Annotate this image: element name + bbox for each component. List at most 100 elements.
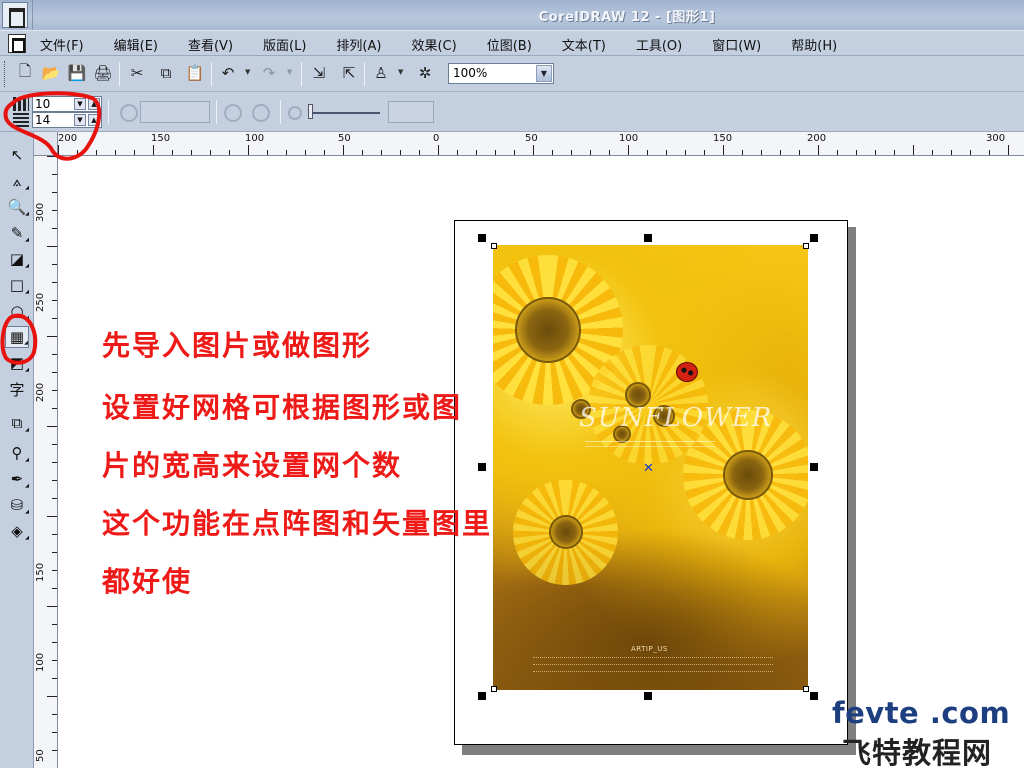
zoom-level-value: 100% <box>453 66 488 80</box>
selection-handle-left[interactable] <box>478 463 486 471</box>
fine-print-line <box>533 657 773 660</box>
document-control-icon[interactable] <box>8 34 26 53</box>
ruler-tick <box>305 150 306 155</box>
ruler-tick <box>400 150 401 155</box>
menu-file[interactable]: 文件(F) <box>30 31 91 56</box>
export-icon[interactable]: ⇱ <box>338 62 360 84</box>
ruler-label: 250 <box>35 292 46 312</box>
redo-dropdown-icon[interactable]: ▼ <box>287 68 292 76</box>
spin-down-icon[interactable]: ▼ <box>74 98 86 110</box>
logarithmic-spiral-icon[interactable] <box>252 104 270 122</box>
menu-arrange[interactable]: 排列(A) <box>326 31 388 56</box>
ruler-tick <box>47 516 57 517</box>
open-icon[interactable]: 📂 <box>40 62 62 84</box>
vertical-ruler[interactable]: 300 250 200 150 100 50 <box>34 156 58 768</box>
selection-handle-top-right[interactable] <box>810 234 818 242</box>
toolbar-grip[interactable] <box>4 61 7 87</box>
ellipse-tool-icon[interactable]: ○ ◢ <box>5 300 29 322</box>
undo-dropdown-icon[interactable]: ▼ <box>245 68 250 76</box>
print-icon[interactable]: 🖨 <box>92 62 114 84</box>
rectangle-tool-icon[interactable]: □ ◢ <box>5 274 29 296</box>
ruler-tick <box>52 282 57 283</box>
selection-handle-bottom-left[interactable] <box>478 692 486 700</box>
spiral-revolutions-icon <box>120 104 138 122</box>
undo-icon[interactable]: ↶ <box>217 62 239 84</box>
zoom-level-combo[interactable]: 100% ▼ <box>448 63 554 84</box>
ruler-tick <box>913 145 914 155</box>
interactive-fill-tool-icon[interactable]: ◈ ◢ <box>5 520 29 542</box>
redo-icon[interactable]: ↷ <box>258 62 280 84</box>
basic-shapes-tool-icon[interactable]: ◩ ◢ <box>5 352 29 374</box>
bitmap-footer-text: ARTIP_US <box>631 645 668 653</box>
zoom-dropdown-icon[interactable]: ▼ <box>536 65 552 82</box>
menu-tools[interactable]: 工具(O) <box>626 31 689 56</box>
corel-online-icon[interactable]: ✲ <box>414 62 436 84</box>
text-tool-icon[interactable]: 字 <box>5 378 29 400</box>
annotation-line-4: 这个功能在点阵图和矢量图里 <box>102 507 493 540</box>
rotation-center-icon[interactable]: ✕ <box>643 461 654 476</box>
graph-columns-spinbox[interactable]: 10 ▼ ▲ <box>32 96 102 112</box>
ruler-tick <box>970 150 971 155</box>
menu-effects[interactable]: 效果(C) <box>401 31 463 56</box>
smart-fill-tool-icon[interactable]: ◪ ◢ <box>5 248 29 270</box>
spin-up-icon[interactable]: ▲ <box>88 98 100 110</box>
ruler-tick <box>47 696 57 697</box>
menu-layout[interactable]: 版面(L) <box>253 31 313 56</box>
node-handle[interactable] <box>491 686 497 692</box>
copy-icon[interactable]: ⧉ <box>155 62 177 84</box>
paste-icon[interactable]: 📋 <box>184 62 206 84</box>
selection-handle-right[interactable] <box>810 463 818 471</box>
ruler-tick <box>52 588 57 589</box>
application-launcher-icon[interactable]: ♙ <box>370 62 392 84</box>
selection-handle-bottom[interactable] <box>644 692 652 700</box>
ruler-tick <box>666 150 667 155</box>
ruler-tick <box>52 570 57 571</box>
spin-down-icon[interactable]: ▼ <box>74 114 86 126</box>
selection-handle-bottom-right[interactable] <box>810 692 818 700</box>
selection-handle-top-left[interactable] <box>478 234 486 242</box>
ruler-tick <box>52 714 57 715</box>
interactive-blend-tool-icon[interactable]: ⧉ ◢ <box>5 412 29 434</box>
spiral-expansion-slider[interactable] <box>310 112 380 114</box>
fill-tool-icon[interactable]: ⛁ ◢ <box>5 494 29 516</box>
spiral-expansion-box[interactable] <box>388 101 434 123</box>
ruler-tick <box>52 552 57 553</box>
spiral-revolutions-box[interactable] <box>140 101 210 123</box>
eyedropper-tool-icon[interactable]: ⚲ ◢ <box>5 442 30 464</box>
pick-tool-icon[interactable]: ↖ <box>5 144 29 166</box>
menu-text[interactable]: 文本(T) <box>552 31 613 56</box>
symmetrical-spiral-icon[interactable] <box>224 104 242 122</box>
spin-up-icon[interactable]: ▲ <box>88 114 100 126</box>
menu-help[interactable]: 帮助(H) <box>781 31 844 56</box>
save-icon[interactable]: 💾 <box>66 62 88 84</box>
annotation-line-5: 都好使 <box>102 565 193 598</box>
cut-icon[interactable]: ✂ <box>126 62 148 84</box>
selection-handle-top[interactable] <box>644 234 652 242</box>
launcher-dropdown-icon[interactable]: ▼ <box>398 68 403 76</box>
freehand-tool-icon[interactable]: ✎ ◢ <box>5 222 29 244</box>
menu-bitmaps[interactable]: 位图(B) <box>477 31 539 56</box>
menu-window[interactable]: 窗口(W) <box>702 31 768 56</box>
menu-view[interactable]: 查看(V) <box>178 31 240 56</box>
outline-tool-icon[interactable]: ✒ ◢ <box>5 468 29 490</box>
shape-tool-icon[interactable]: ⟑ ◢ <box>5 170 29 192</box>
graph-rows-spinbox[interactable]: 14 ▼ ▲ <box>32 112 102 128</box>
ruler-label: 100 <box>245 133 265 144</box>
zoom-tool-icon[interactable]: 🔍 ◢ <box>5 196 29 218</box>
ruler-tick <box>58 145 59 155</box>
horizontal-ruler[interactable]: 200 150 100 50 0 50 100 150 200 300 <box>58 132 1024 156</box>
ruler-tick <box>685 150 686 155</box>
ruler-origin-corner[interactable] <box>34 132 58 156</box>
import-icon[interactable]: ⇲ <box>308 62 330 84</box>
node-handle[interactable] <box>491 243 497 249</box>
sunflower-center <box>549 515 583 549</box>
node-handle[interactable] <box>803 686 809 692</box>
ruler-tick <box>362 150 363 155</box>
ruler-tick <box>191 150 192 155</box>
graph-paper-tool-icon[interactable]: ▦ ◢ <box>5 326 29 348</box>
node-handle[interactable] <box>803 243 809 249</box>
slider-thumb[interactable] <box>308 104 313 119</box>
menu-edit[interactable]: 编辑(E) <box>104 31 165 56</box>
new-document-icon[interactable]: 🗋 <box>14 62 36 84</box>
fine-print-line <box>533 671 773 674</box>
